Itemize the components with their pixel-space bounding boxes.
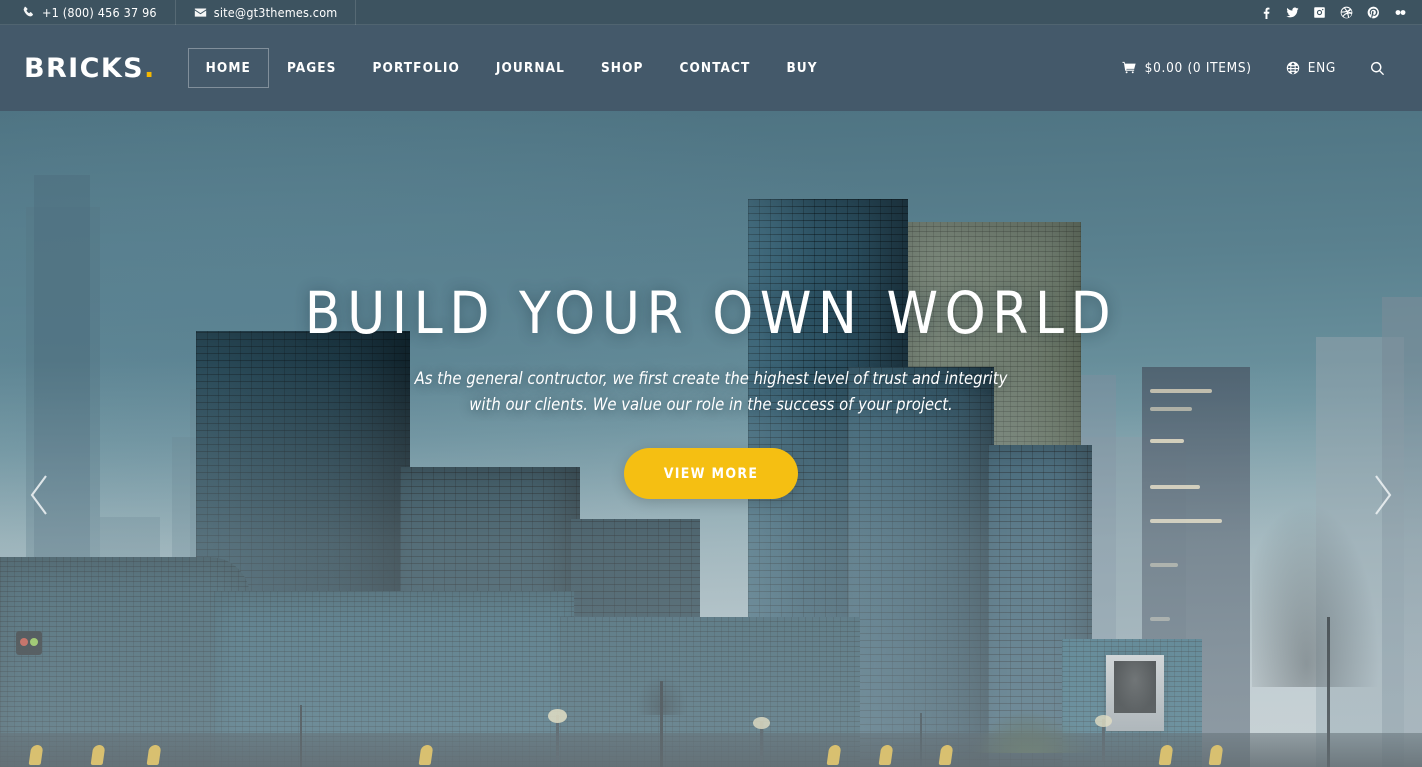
email-contact[interactable]: site@gt3themes.com (176, 0, 357, 25)
nav-item-shop[interactable]: SHOP (583, 48, 662, 88)
flickr-icon[interactable] (1387, 0, 1414, 25)
phone-icon (22, 6, 35, 19)
chevron-left-icon (26, 472, 54, 523)
cart-button[interactable]: $0.00 (0 ITEMS) (1105, 60, 1269, 76)
nav-item-portfolio[interactable]: PORTFOLIO (355, 48, 478, 88)
hero-slider: BUILD YOUR OWN WORLD As the general cont… (0, 111, 1422, 767)
hero-title: BUILD YOUR OWN WORLD (304, 279, 1118, 347)
twitter-icon[interactable] (1279, 0, 1306, 25)
pinterest-icon[interactable] (1360, 0, 1387, 25)
logo-text: BRICKS (24, 52, 144, 84)
dribbble-icon[interactable] (1333, 0, 1360, 25)
chevron-right-icon (1368, 472, 1396, 523)
language-switcher[interactable]: ENG (1269, 60, 1353, 76)
logo-dot: . (144, 52, 156, 84)
email-address: site@gt3themes.com (213, 4, 338, 20)
site-logo[interactable]: BRICKS. (0, 55, 162, 82)
nav-item-buy[interactable]: BUY (768, 48, 835, 88)
instagram-icon[interactable] (1306, 0, 1333, 25)
nav-item-pages[interactable]: PAGES (269, 48, 355, 88)
globe-icon (1286, 61, 1300, 75)
nav-item-contact[interactable]: CONTACT (662, 48, 769, 88)
nav-item-journal[interactable]: JOURNAL (478, 48, 583, 88)
main-navigation: HOME PAGES PORTFOLIO JOURNAL SHOP CONTAC… (187, 48, 836, 88)
nav-item-home[interactable]: HOME (187, 48, 269, 88)
search-icon (1370, 61, 1385, 76)
view-more-button[interactable]: VIEW MORE (623, 448, 799, 500)
language-label: ENG (1307, 60, 1336, 76)
facebook-icon[interactable] (1252, 0, 1279, 25)
phone-number: +1 (800) 456 37 96 (42, 4, 157, 20)
search-button[interactable] (1353, 61, 1402, 76)
envelope-icon (194, 6, 207, 19)
header-actions: $0.00 (0 ITEMS) ENG (1105, 60, 1422, 76)
phone-contact[interactable]: +1 (800) 456 37 96 (0, 0, 176, 25)
hero-subtitle: As the general contructor, we first crea… (414, 369, 1008, 414)
social-links (1252, 0, 1422, 25)
top-bar: +1 (800) 456 37 96 site@gt3themes.com (0, 0, 1422, 25)
slider-prev-button[interactable] (18, 467, 62, 527)
slider-next-button[interactable] (1360, 467, 1404, 527)
hero-content: BUILD YOUR OWN WORLD As the general cont… (0, 111, 1422, 767)
cart-label: $0.00 (0 ITEMS) (1144, 60, 1252, 76)
shopping-cart-icon (1122, 61, 1137, 75)
site-header: BRICKS. HOME PAGES PORTFOLIO JOURNAL SHO… (0, 25, 1422, 111)
